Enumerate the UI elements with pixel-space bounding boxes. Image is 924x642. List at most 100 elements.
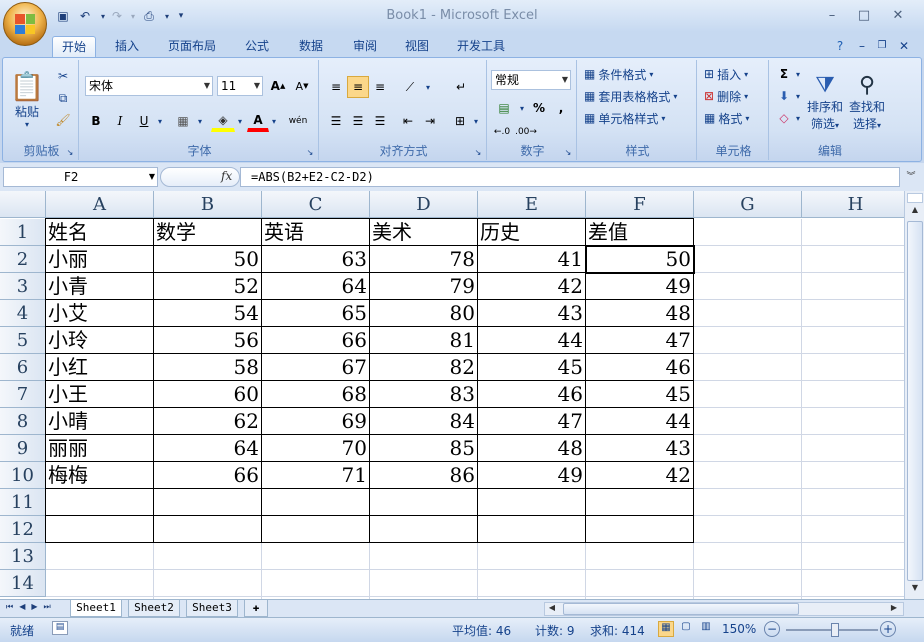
fill-dropdown-icon[interactable]: ▾ bbox=[793, 86, 803, 106]
cell-c3[interactable]: 64 bbox=[262, 273, 369, 299]
cell-f10[interactable]: 42 bbox=[586, 462, 693, 488]
sheet-tab-2[interactable]: Sheet2 bbox=[128, 600, 180, 617]
cell-b9[interactable]: 64 bbox=[154, 435, 261, 461]
bold-button[interactable]: B bbox=[85, 110, 107, 132]
minimize-button[interactable]: – bbox=[820, 8, 844, 24]
cell-c7[interactable]: 68 bbox=[262, 381, 369, 407]
cell-a6[interactable]: 小红 bbox=[46, 354, 153, 380]
cell-e4[interactable]: 43 bbox=[478, 300, 585, 326]
tab-data[interactable]: 数据 bbox=[290, 36, 332, 58]
decrease-indent-icon[interactable]: ⇤ bbox=[397, 110, 419, 132]
insert-sheet-icon[interactable]: ✚ bbox=[244, 600, 268, 617]
row-header-11[interactable]: 11 bbox=[0, 489, 46, 516]
wrap-text-icon[interactable]: ↵ bbox=[449, 76, 473, 98]
zoom-slider-thumb[interactable] bbox=[831, 623, 839, 637]
undo-icon[interactable]: ↶ bbox=[76, 8, 94, 24]
column-header-b[interactable]: B bbox=[154, 191, 262, 218]
worksheet-grid[interactable]: ABCDEFGH 1 2 3 4 5 6 7 8 9 10 11 12 13 14 姓名 数学 英语 美术 历史差… bbox=[0, 191, 904, 599]
horizontal-scrollbar[interactable]: ◀ ▶ bbox=[544, 602, 904, 616]
cell-e10[interactable]: 49 bbox=[478, 462, 585, 488]
page-layout-view-icon[interactable]: ▢ bbox=[678, 621, 694, 637]
cell-c2[interactable]: 63 bbox=[262, 246, 369, 272]
cell-b3[interactable]: 52 bbox=[154, 273, 261, 299]
number-format-select[interactable]: 常规 ▼ bbox=[491, 70, 571, 90]
ribbon-restore-icon[interactable]: ❐ bbox=[874, 36, 890, 58]
phonetic-guide-button[interactable]: wén bbox=[283, 110, 313, 132]
column-header-e[interactable]: E bbox=[478, 191, 586, 218]
cell-b7[interactable]: 60 bbox=[154, 381, 261, 407]
cell-f6[interactable]: 46 bbox=[586, 354, 693, 380]
customize-qat-icon[interactable]: ▾ bbox=[172, 8, 190, 24]
clear-icon[interactable]: ◇ bbox=[775, 108, 793, 128]
cell-d1[interactable]: 美术 bbox=[370, 219, 477, 245]
alignment-launcher-icon[interactable]: ↘ bbox=[472, 146, 484, 158]
underline-dropdown-icon[interactable]: ▾ bbox=[155, 110, 165, 132]
tab-review[interactable]: 审阅 bbox=[344, 36, 386, 58]
row-header-13[interactable]: 13 bbox=[0, 543, 46, 570]
font-color-dropdown-icon[interactable]: ▾ bbox=[269, 110, 279, 132]
format-as-table-button[interactable]: ▦ 套用表格格式 ▾ bbox=[583, 86, 695, 106]
shrink-font-icon[interactable]: A ▼ bbox=[291, 76, 313, 96]
insert-cells-button[interactable]: ⊞ 插入 ▾ bbox=[703, 64, 765, 84]
row-header-4[interactable]: 4 bbox=[0, 300, 46, 327]
copy-icon[interactable]: ⧉ bbox=[53, 88, 73, 108]
vertical-scroll-thumb[interactable] bbox=[907, 221, 923, 581]
accounting-format-icon[interactable]: ▤ bbox=[491, 98, 517, 118]
orientation-dropdown-icon[interactable]: ▾ bbox=[423, 76, 433, 98]
cell-f7[interactable]: 45 bbox=[586, 381, 693, 407]
cell-b10[interactable]: 66 bbox=[154, 462, 261, 488]
cell-a7[interactable]: 小王 bbox=[46, 381, 153, 407]
font-size-select[interactable]: 11 ▼ bbox=[217, 76, 263, 96]
tab-developer[interactable]: 开发工具 bbox=[448, 36, 514, 58]
cell-b1[interactable]: 数学 bbox=[154, 219, 261, 245]
row-header-9[interactable]: 9 bbox=[0, 435, 46, 462]
row-header-2[interactable]: 2 bbox=[0, 246, 46, 273]
column-header-g[interactable]: G bbox=[694, 191, 802, 218]
normal-view-icon[interactable]: ▦ bbox=[658, 621, 674, 637]
merge-center-icon[interactable]: ⊞ bbox=[449, 110, 471, 132]
cell-e1[interactable]: 历史 bbox=[478, 219, 585, 245]
cell-a2[interactable]: 小丽 bbox=[46, 246, 153, 272]
fill-icon[interactable]: ⬇ bbox=[775, 86, 793, 106]
column-header-h[interactable]: H bbox=[802, 191, 904, 218]
macro-record-icon[interactable]: ▤ bbox=[52, 621, 68, 635]
cell-b4[interactable]: 54 bbox=[154, 300, 261, 326]
cell-c10[interactable]: 71 bbox=[262, 462, 369, 488]
cell-c8[interactable]: 69 bbox=[262, 408, 369, 434]
tab-formulas[interactable]: 公式 bbox=[236, 36, 278, 58]
sort-filter-button[interactable]: ⧩ 排序和 筛选▾ bbox=[805, 64, 845, 140]
cell-b2[interactable]: 50 bbox=[154, 246, 261, 272]
name-box[interactable]: F2 ▼ bbox=[3, 167, 158, 187]
cell-d7[interactable]: 83 bbox=[370, 381, 477, 407]
merge-dropdown-icon[interactable]: ▾ bbox=[471, 110, 481, 132]
decrease-decimal-icon[interactable]: .00→ bbox=[515, 122, 537, 142]
cell-d6[interactable]: 82 bbox=[370, 354, 477, 380]
font-launcher-icon[interactable]: ↘ bbox=[304, 146, 316, 158]
sheet-nav-icons[interactable]: ⏮◀▶⏭ bbox=[6, 602, 57, 612]
split-box-icon[interactable] bbox=[907, 193, 923, 203]
cut-icon[interactable]: ✂ bbox=[53, 66, 73, 86]
tab-home[interactable]: 开始 bbox=[52, 36, 96, 58]
cell-c9[interactable]: 70 bbox=[262, 435, 369, 461]
cell-f5[interactable]: 47 bbox=[586, 327, 693, 353]
cell-d9[interactable]: 85 bbox=[370, 435, 477, 461]
cell-c4[interactable]: 65 bbox=[262, 300, 369, 326]
autosum-icon[interactable]: Σ bbox=[775, 64, 793, 84]
grow-font-icon[interactable]: A ▲ bbox=[267, 76, 289, 96]
align-top-icon[interactable]: ≡ bbox=[325, 76, 347, 98]
cell-e3[interactable]: 42 bbox=[478, 273, 585, 299]
delete-cells-button[interactable]: ⊠ 删除 ▾ bbox=[703, 86, 765, 106]
autosum-dropdown-icon[interactable]: ▾ bbox=[793, 64, 803, 84]
cell-b6[interactable]: 58 bbox=[154, 354, 261, 380]
row-header-6[interactable]: 6 bbox=[0, 354, 46, 381]
row-header-3[interactable]: 3 bbox=[0, 273, 46, 300]
font-color-icon[interactable]: A bbox=[247, 110, 269, 132]
font-name-select[interactable]: 宋体 ▼ bbox=[85, 76, 213, 96]
help-icon[interactable]: ? bbox=[832, 36, 848, 58]
formula-input[interactable]: =ABS(B2+E2-C2-D2) bbox=[240, 167, 900, 187]
cell-d8[interactable]: 84 bbox=[370, 408, 477, 434]
row-header-1[interactable]: 1 bbox=[0, 219, 46, 246]
row-header-12[interactable]: 12 bbox=[0, 516, 46, 543]
cell-a3[interactable]: 小青 bbox=[46, 273, 153, 299]
expand-formula-bar-icon[interactable]: ︾ bbox=[903, 169, 919, 185]
